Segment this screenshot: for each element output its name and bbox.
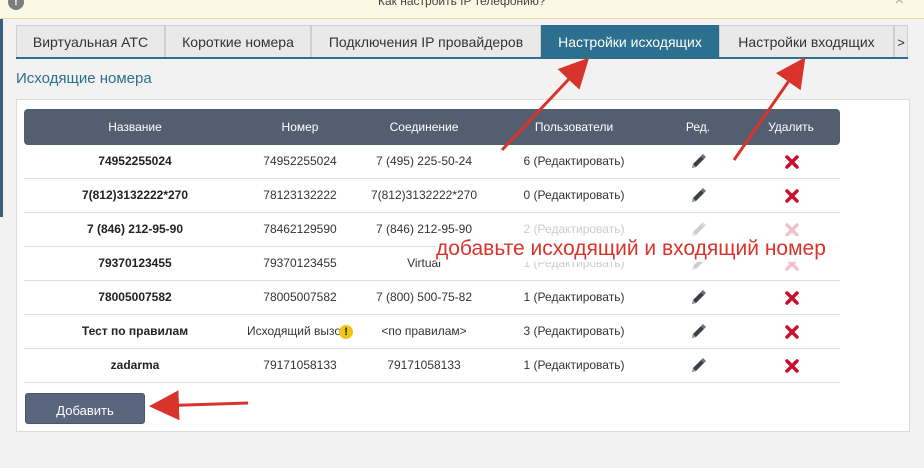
left-edge-strip [0,19,3,217]
table-row: 7(812)3132222*270 78123132222 7(812)313222… [24,179,840,213]
header-connection: Соединение [389,120,459,134]
delete-x-icon[interactable] [783,289,801,307]
delete-x-icon[interactable] [783,187,801,205]
cell-connection: 7 (495) 225-50-24 [375,154,473,168]
cell-number: 78462129590 [263,222,337,236]
table-header: Название Номер Соединение Пользователи Р… [24,109,840,145]
header-users: Пользователи [534,120,614,134]
table-row: zadarma 79171058133 79171058133 1 (Редактир… [24,349,840,383]
cell-users-edit-link[interactable]: 0 (Редактировать) [494,179,654,212]
cell-connection: 7 (800) 500-75-82 [375,290,473,304]
table-row: 74952255024 74952255024 7 (495) 225-50-24 6… [24,145,840,179]
cell-number: 78005007582 [263,290,337,304]
cell-users-edit-link[interactable]: 6 (Редактировать) [494,145,654,178]
cell-users-edit-link[interactable]: 3 (Редактировать) [494,315,654,348]
help-notice-bar: ! Как настроить IP телефонию? × [0,0,924,19]
cell-users-edit-link[interactable]: 1 (Редактировать) [494,349,654,382]
close-icon[interactable]: × [895,0,904,10]
header-name: Название [108,120,162,134]
section-title: Исходящие номера [16,70,152,87]
delete-x-icon[interactable] [783,153,801,171]
tab-outgoing-settings[interactable]: Настройки исходящих [541,25,719,58]
cell-name: 78005007582 [98,290,172,304]
cell-number: 78123132222 [263,188,337,202]
help-link[interactable]: Как настроить IP телефонию? [378,0,546,8]
cell-number: 74952255024 [263,154,337,168]
annotation-text: добавьте исходящий и входящий номер [436,236,856,262]
tab-short-numbers[interactable]: Короткие номера [165,25,311,58]
edit-pencil-icon[interactable] [689,187,707,205]
table-row: Тест по правилам Исходящий вызо! <по прави… [24,315,840,349]
header-delete: Удалить [768,120,814,134]
delete-x-icon[interactable] [783,323,801,341]
cell-users-edit-link[interactable]: 1 (Редактировать) [494,281,654,314]
tab-virtual-pbx[interactable]: Виртуальная АТС [16,25,165,58]
cell-number: 79171058133 [263,358,337,372]
tab-more-button[interactable]: > [894,25,908,58]
cell-name: 7 (846) 212-95-90 [86,222,184,236]
cell-name: 7(812)3132222*270 [81,188,189,202]
table-row: 78005007582 78005007582 7 (800) 500-75-82 1… [24,281,840,315]
warning-icon: ! [339,324,354,339]
cell-connection: <по правилам> [381,324,467,338]
tab-underline [16,57,908,59]
cell-number: Исходящий вызо! [246,315,354,348]
info-icon: ! [8,0,24,10]
edit-pencil-icon[interactable] [689,357,707,375]
tab-incoming-settings[interactable]: Настройки входящих [719,25,894,58]
cell-connection: 79171058133 [387,358,461,372]
delete-x-icon[interactable] [783,357,801,375]
cell-name: 79370123455 [98,256,172,270]
edit-pencil-icon[interactable] [689,289,707,307]
header-edit: Ред. [685,120,711,134]
cell-name: 74952255024 [98,154,172,168]
edit-pencil-icon[interactable] [689,153,707,171]
tab-ip-providers[interactable]: Подключения IP провайдеров [311,25,541,58]
cell-name: Тест по правилам [81,324,189,338]
header-number: Номер [281,120,319,134]
edit-pencil-icon[interactable] [689,323,707,341]
cell-connection: 7(812)3132222*270 [370,188,478,202]
cell-name: zadarma [110,358,160,372]
add-button[interactable]: Добавить [25,393,145,424]
cell-number: 79370123455 [263,256,337,270]
